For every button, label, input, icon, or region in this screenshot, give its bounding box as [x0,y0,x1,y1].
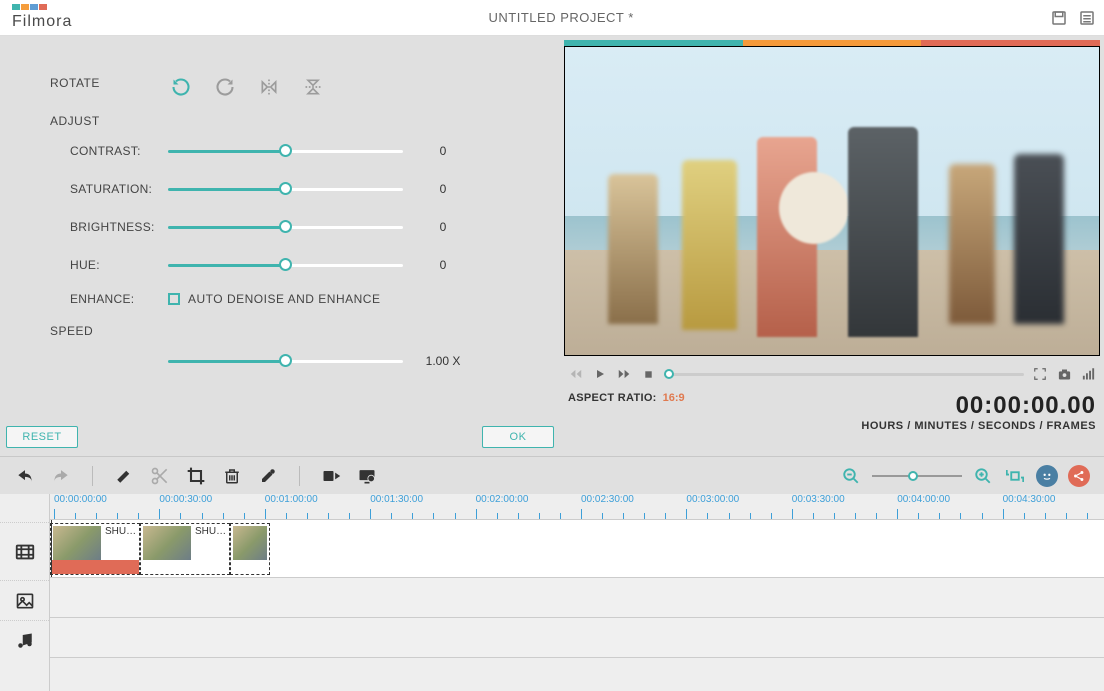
adjust-slider-3[interactable] [168,256,403,274]
menu-icon[interactable] [1078,9,1096,27]
zoom-fit-icon[interactable] [1004,465,1026,487]
video-track[interactable]: SHUT...SHUT... [50,520,1104,578]
aspect-ratio-value: 16:9 [663,392,685,404]
crop-icon[interactable] [185,465,207,487]
video-preview[interactable] [564,46,1100,356]
ruler-tick: 00:03:30:00 [792,494,845,505]
flip-horizontal-icon[interactable] [258,76,280,98]
auto-denoise-label: AUTO DENOISE AND ENHANCE [188,292,380,306]
zoom-in-icon[interactable] [972,465,994,487]
preview-controls [564,360,1100,388]
zoom-out-icon[interactable] [840,465,862,487]
preview-scrubber[interactable] [664,367,1024,381]
ruler-tick: 00:01:30:00 [370,494,423,505]
adjust-value: 0 [403,182,483,196]
adjust-slider-2[interactable] [168,218,403,236]
share-icon[interactable] [1068,465,1090,487]
redo-icon[interactable] [50,465,72,487]
aspect-ratio-label: ASPECT RATIO: [568,392,657,404]
ruler-tick: 00:03:00:00 [686,494,739,505]
adjust-value: 0 [403,258,483,272]
help-icon[interactable] [1036,465,1058,487]
track-type-column [0,494,50,691]
adjust-label: HUE: [0,258,168,272]
zoom-slider[interactable] [872,469,962,483]
record-screen-icon[interactable] [356,465,378,487]
volume-icon[interactable] [1080,366,1096,382]
main-area: ROTATE ADJUST CONTRAST:0SATURATION:0BRIG… [0,36,1104,456]
delete-icon[interactable] [221,465,243,487]
edit-icon[interactable] [113,465,135,487]
reset-button[interactable]: RESET [6,426,78,448]
adjust-label: BRIGHTNESS: [0,220,168,234]
edit-panel: ROTATE ADJUST CONTRAST:0SATURATION:0BRIG… [0,36,560,456]
ruler-tick: 00:01:00:00 [265,494,318,505]
step-back-icon[interactable] [568,366,584,382]
save-icon[interactable] [1050,9,1068,27]
audio-track-icon[interactable] [0,620,49,660]
image-track[interactable] [50,578,1104,618]
timecode-units: HOURS / MINUTES / SECONDS / FRAMES [861,420,1096,432]
ruler-tick: 00:00:00:00 [54,494,107,505]
ruler-tick: 00:02:00:00 [476,494,529,505]
speed-slider[interactable] [168,352,403,370]
rotate-ccw-icon[interactable] [170,76,192,98]
ruler-tick: 00:04:30:00 [1003,494,1056,505]
timecode-display: 00:00:00.00 [861,392,1096,420]
speed-value: 1.00 X [403,354,483,368]
adjust-value: 0 [403,144,483,158]
timeline-ruler[interactable]: 00:00:00:00 00:00:30:00 00:01:00:00 00:01:3… [50,494,1104,520]
fullscreen-icon[interactable] [1032,366,1048,382]
adjust-value: 0 [403,220,483,234]
color-tuning-icon[interactable] [257,465,279,487]
snapshot-icon[interactable] [1056,366,1072,382]
adjust-section-label: ADJUST [50,114,560,128]
undo-icon[interactable] [14,465,36,487]
adjust-slider-1[interactable] [168,180,403,198]
project-title: UNTITLED PROJECT * [72,10,1050,25]
stop-icon[interactable] [640,366,656,382]
timeline-clip[interactable]: SHUT... [50,523,140,575]
rotate-cw-icon[interactable] [214,76,236,98]
ruler-tick: 00:00:30:00 [159,494,212,505]
timeline-clip[interactable]: SHUT... [140,523,230,575]
play-icon[interactable] [592,366,608,382]
brand-logo: Filmora [12,4,72,31]
split-icon[interactable] [149,465,171,487]
export-icon[interactable] [320,465,342,487]
enhance-label: ENHANCE: [0,292,168,306]
step-forward-icon[interactable] [616,366,632,382]
audio-track[interactable] [50,618,1104,658]
ok-button[interactable]: OK [482,426,554,448]
timeline-clip[interactable] [230,523,270,575]
timeline-tracks[interactable]: 00:00:00:00 00:00:30:00 00:01:00:00 00:01:3… [50,494,1104,691]
speed-section-label: SPEED [50,324,560,338]
auto-denoise-checkbox[interactable] [168,293,180,305]
timeline: 00:00:00:00 00:00:30:00 00:01:00:00 00:01:3… [0,494,1104,691]
image-track-icon[interactable] [0,580,49,620]
flip-vertical-icon[interactable] [302,76,324,98]
video-track-icon[interactable] [0,522,49,580]
ruler-tick: 00:02:30:00 [581,494,634,505]
adjust-label: SATURATION: [0,182,168,196]
preview-panel: ASPECT RATIO: 16:9 00:00:00.00 HOURS / M… [560,36,1104,456]
playhead[interactable] [51,520,52,577]
timeline-toolbar [0,456,1104,494]
brand-text: Filmora [12,13,72,30]
adjust-slider-0[interactable] [168,142,403,160]
app-header: Filmora UNTITLED PROJECT * [0,0,1104,36]
adjust-label: CONTRAST: [0,144,168,158]
ruler-tick: 00:04:00:00 [897,494,950,505]
